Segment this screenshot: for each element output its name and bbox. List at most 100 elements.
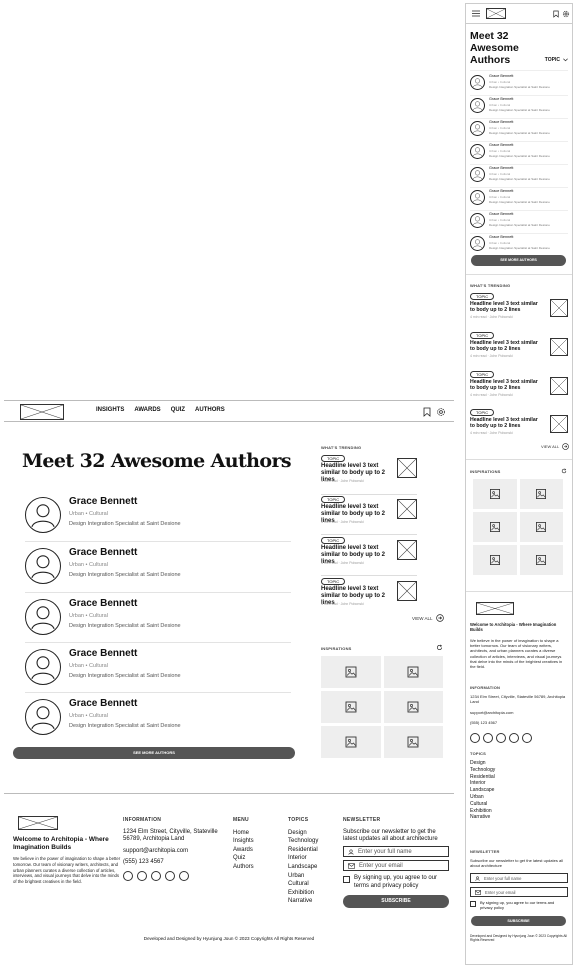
email-input[interactable]: Enter your email xyxy=(343,860,449,872)
consent-checkbox[interactable]: By signing up, you agree to our terms an… xyxy=(470,900,568,910)
subscribe-button[interactable]: SUBSCRIBE xyxy=(471,916,566,926)
trending-article[interactable]: TOPIC Headline level 3 text similar to b… xyxy=(470,293,568,329)
social-circle-icon[interactable] xyxy=(470,733,480,743)
author-card[interactable]: Grace Bennett Urban • Cultural Design Inte… xyxy=(470,141,568,163)
topic-tag[interactable]: TOPIC xyxy=(470,293,495,300)
footer-link-home[interactable]: Home xyxy=(233,829,279,838)
social-circle-icon[interactable] xyxy=(137,870,147,881)
trending-article[interactable]: TOPIC Headline level 3 text similar to b… xyxy=(321,537,417,575)
gear-icon[interactable] xyxy=(562,10,570,18)
inspiration-tile[interactable] xyxy=(383,656,443,688)
trending-article[interactable]: TOPIC Headline level 3 text similar to b… xyxy=(321,496,417,534)
inspiration-tile[interactable] xyxy=(383,726,443,758)
consent-checkbox[interactable]: By signing up, you agree to our terms an… xyxy=(343,875,449,890)
author-card[interactable]: Grace Bennett Urban • Cultural Design Inte… xyxy=(470,210,568,232)
trending-article[interactable]: TOPIC Headline level 3 text similar to b… xyxy=(321,578,417,616)
topic-link[interactable]: Technology xyxy=(470,767,495,774)
see-more-authors-button[interactable]: SEE MORE AUTHORS xyxy=(471,255,566,266)
topic-tag[interactable]: TOPIC xyxy=(321,578,346,585)
topic-link[interactable]: Design xyxy=(288,829,336,838)
social-circle-icon[interactable] xyxy=(179,870,189,881)
topic-link[interactable]: Narrative xyxy=(288,897,336,906)
nav-insights[interactable]: INSIGHTS xyxy=(96,407,124,413)
see-more-authors-button[interactable]: SEE MORE AUTHORS xyxy=(13,747,295,759)
trending-article[interactable]: TOPIC Headline level 3 text similar to b… xyxy=(321,455,417,493)
footer-link-insights[interactable]: Insights xyxy=(233,837,279,846)
author-card[interactable]: Grace Bennett Urban • Cultural Design Inte… xyxy=(470,233,568,255)
topic-link[interactable]: Cultural xyxy=(470,801,495,808)
topic-tag[interactable]: TOPIC xyxy=(470,371,495,378)
view-all-link[interactable]: VIEW ALL xyxy=(541,443,570,450)
email-link[interactable]: support@architopia.com xyxy=(470,710,568,715)
logo[interactable] xyxy=(486,8,506,19)
nav-quiz[interactable]: QUIZ xyxy=(171,407,185,413)
topic-link[interactable]: Residential xyxy=(470,774,495,781)
topic-link[interactable]: Residential xyxy=(288,846,336,855)
footer-link-quiz[interactable]: Quiz xyxy=(233,854,279,863)
author-card[interactable]: Grace Bennett Urban • Cultural Design Inte… xyxy=(470,118,568,140)
inspiration-tile[interactable] xyxy=(321,726,381,758)
gear-icon[interactable] xyxy=(436,407,446,417)
author-card[interactable]: Grace Bennett Urban • Cultural Design In… xyxy=(25,544,291,594)
name-input[interactable]: Enter your full name xyxy=(343,846,449,858)
inspiration-tile[interactable] xyxy=(473,479,517,509)
inspiration-tile[interactable] xyxy=(473,512,517,542)
topic-tag[interactable]: TOPIC xyxy=(321,537,346,544)
inspiration-tile[interactable] xyxy=(473,545,517,575)
checkbox[interactable] xyxy=(343,876,350,884)
subscribe-button[interactable]: SUBSCRIBE xyxy=(343,895,449,909)
email-link[interactable]: support@architopia.com xyxy=(123,847,225,856)
topic-link[interactable]: Interior xyxy=(470,780,495,787)
author-card[interactable]: Grace Bennett Urban • Cultural Design Inte… xyxy=(470,95,568,117)
author-card[interactable]: Grace Bennett Urban • Cultural Design Inte… xyxy=(470,72,568,94)
topic-tag[interactable]: TOPIC xyxy=(321,455,346,462)
topic-filter-dropdown[interactable]: TOPIC xyxy=(545,57,568,63)
checkbox[interactable] xyxy=(470,901,476,907)
topic-tag[interactable]: TOPIC xyxy=(321,496,346,503)
topic-tag[interactable]: TOPIC xyxy=(470,332,495,339)
bookmark-icon[interactable] xyxy=(553,10,559,18)
trending-article[interactable]: TOPIC Headline level 3 text similar to b… xyxy=(470,332,568,368)
nav-awards[interactable]: AWARDS xyxy=(134,407,160,413)
topic-link[interactable]: Cultural xyxy=(288,880,336,889)
author-card[interactable]: Grace Bennett Urban • Cultural Design Inte… xyxy=(470,164,568,186)
inspiration-tile[interactable] xyxy=(519,479,563,509)
social-circle-icon[interactable] xyxy=(165,870,175,881)
social-circle-icon[interactable] xyxy=(123,870,133,881)
social-circle-icon[interactable] xyxy=(496,733,506,743)
social-circle-icon[interactable] xyxy=(522,733,532,743)
nav-authors[interactable]: AUTHORS xyxy=(195,407,225,413)
topic-link[interactable]: Technology xyxy=(288,837,336,846)
author-card[interactable]: Grace Bennett Urban • Cultural Design In… xyxy=(25,493,291,543)
topic-link[interactable]: Design xyxy=(470,760,495,767)
hamburger-icon[interactable] xyxy=(472,10,480,17)
footer-link-authors[interactable]: Authors xyxy=(233,863,279,872)
view-all-link[interactable]: VIEW ALL xyxy=(412,614,444,622)
author-card[interactable]: Grace Bennett Urban • Cultural Design In… xyxy=(25,695,291,745)
author-card[interactable]: Grace Bennett Urban • Cultural Design Inte… xyxy=(470,187,568,209)
inspiration-tile[interactable] xyxy=(321,656,381,688)
inspiration-tile[interactable] xyxy=(383,691,443,723)
author-card[interactable]: Grace Bennett Urban • Cultural Design In… xyxy=(25,645,291,695)
trending-article[interactable]: TOPIC Headline level 3 text similar to b… xyxy=(470,409,568,445)
topic-tag[interactable]: TOPIC xyxy=(470,409,495,416)
inspiration-tile[interactable] xyxy=(321,691,381,723)
footer-logo[interactable] xyxy=(476,602,514,615)
inspiration-tile[interactable] xyxy=(519,512,563,542)
refresh-icon[interactable] xyxy=(436,644,443,651)
topic-link[interactable]: Urban xyxy=(288,872,336,881)
footer-logo[interactable] xyxy=(18,816,58,830)
topic-link[interactable]: Landscape xyxy=(470,787,495,794)
inspiration-tile[interactable] xyxy=(519,545,563,575)
social-circle-icon[interactable] xyxy=(509,733,519,743)
topic-link[interactable]: Landscape xyxy=(288,863,336,872)
footer-link-awards[interactable]: Awards xyxy=(233,846,279,855)
email-input[interactable]: Enter your email xyxy=(470,887,568,897)
bookmark-icon[interactable] xyxy=(423,407,431,417)
name-input[interactable]: Enter your full name xyxy=(470,873,568,883)
topic-link[interactable]: Interior xyxy=(288,854,336,863)
trending-article[interactable]: TOPIC Headline level 3 text similar to b… xyxy=(470,371,568,407)
topic-link[interactable]: Exhibition xyxy=(470,808,495,815)
social-circle-icon[interactable] xyxy=(483,733,493,743)
topic-link[interactable]: Narrative xyxy=(470,814,495,821)
